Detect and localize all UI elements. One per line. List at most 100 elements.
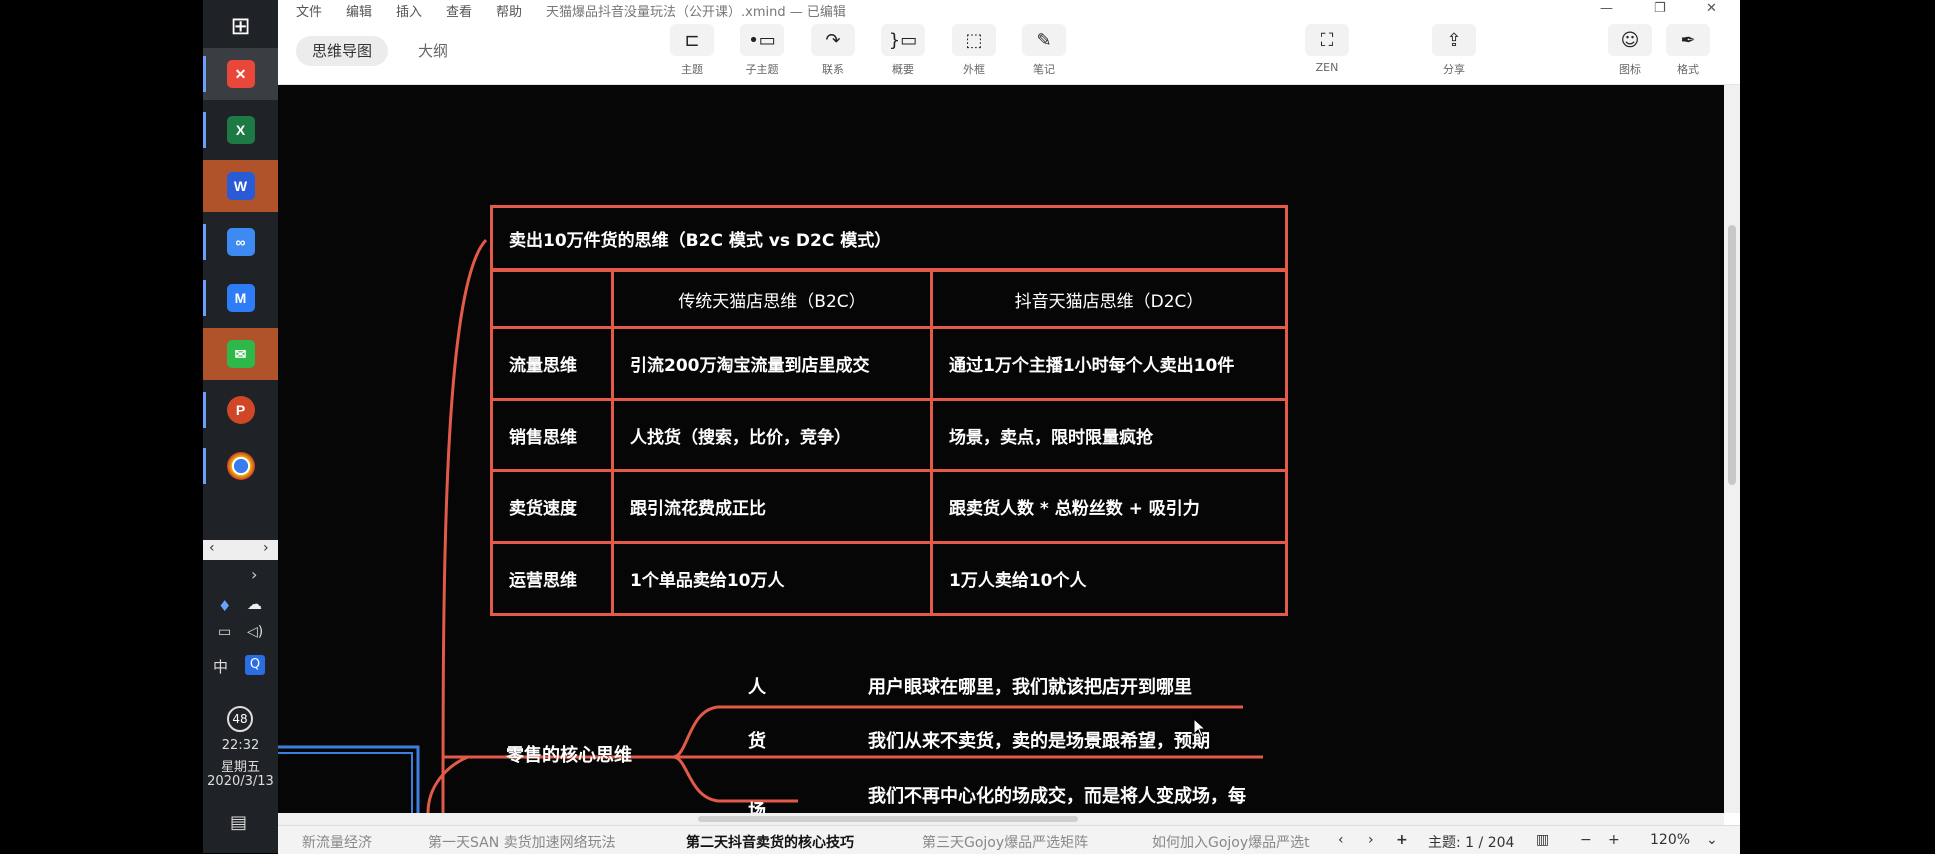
topic-people[interactable]: 人 [748, 673, 766, 699]
summary-button[interactable]: }▭ 概要 [875, 24, 931, 82]
search-tray-icon[interactable]: Q [245, 655, 265, 675]
clock-time[interactable]: 22:32 [203, 738, 278, 753]
tab-mind-map[interactable]: 思维导图 [296, 36, 389, 66]
menu-insert[interactable]: 插入 [396, 1, 422, 20]
notification-count-badge[interactable]: 48 [227, 706, 253, 732]
topic-button[interactable]: ⊏ 主题 [664, 24, 720, 82]
topic-icon: ⊏ [670, 24, 714, 56]
next-sheet-icon[interactable]: › [1368, 832, 1374, 848]
table-row-label[interactable]: 流量思维 [490, 326, 614, 401]
ime-indicator[interactable]: 中 [213, 656, 228, 677]
windows-start-icon: ⊞ [230, 12, 251, 40]
taskbar-baidu-netdisk[interactable]: ∞ [203, 216, 278, 268]
note-button[interactable]: ✎ 笔记 [1016, 24, 1072, 82]
table-row-label[interactable]: 卖货速度 [490, 469, 614, 544]
table-cell[interactable]: 1个单品卖给10万人 [611, 541, 933, 616]
clock-date[interactable]: 2020/3/13 [203, 774, 278, 789]
taskbar-wechat[interactable]: ✉ [203, 328, 278, 380]
taskbar-powerpoint[interactable]: P [203, 384, 278, 436]
zoom-in-icon[interactable]: + [1608, 832, 1620, 848]
table-cell[interactable]: 1万人卖给10个人 [930, 541, 1288, 616]
table-header-cell[interactable]: 传统天猫店思维（B2C） [611, 269, 933, 329]
format-panel-button[interactable]: ✒ 格式 [1660, 24, 1716, 82]
table-header-cell[interactable] [490, 269, 614, 329]
close-window-button[interactable]: ✕ [1706, 1, 1717, 16]
minimize-button[interactable]: — [1600, 1, 1613, 16]
zen-button[interactable]: ⛶ ZEN [1299, 24, 1355, 82]
menu-view[interactable]: 查看 [446, 1, 472, 20]
onedrive-icon[interactable]: ☁ [247, 595, 262, 613]
note-icon: ✎ [1022, 24, 1066, 56]
table-cell[interactable]: 人找货（搜索，比价，竞争） [611, 398, 933, 472]
word-app-icon: W [226, 172, 255, 200]
zoom-out-icon[interactable]: − [1580, 832, 1592, 848]
clock-weekday[interactable]: 星期五 [203, 756, 278, 775]
topic-count: 主题: 1 / 204 [1428, 835, 1515, 851]
sheet-tab[interactable]: 如何加入Gojoy爆品严选t [1152, 832, 1332, 852]
taskbar-excel[interactable]: X [203, 104, 278, 156]
bluetooth-icon[interactable]: ♦ [218, 597, 231, 615]
emoji-icon: ☺ [1608, 24, 1652, 56]
xmind-window: 文件 编辑 插入 查看 帮助 天猫爆品抖音没量玩法（公开课）.xmind — 已… [278, 0, 1740, 854]
horizontal-scrollbar[interactable] [278, 813, 1724, 825]
share-button[interactable]: ⇪ 分享 [1426, 24, 1482, 82]
table-cell[interactable]: 跟卖货人数 * 总粉丝数 + 吸引力 [930, 469, 1288, 544]
map-view-icon[interactable]: ▥ [1536, 832, 1549, 848]
menu-file[interactable]: 文件 [296, 1, 322, 20]
topic-retail-core-thinking[interactable]: 零售的核心思维 [506, 741, 632, 767]
zoom-level[interactable]: 120% [1650, 832, 1690, 848]
network-icon[interactable]: ▭ [218, 624, 231, 640]
vertical-scrollbar[interactable] [1724, 85, 1740, 813]
topic-goods-detail[interactable]: 我们从来不卖货，卖的是场景跟希望，预期 [868, 727, 1210, 753]
subtopic-button[interactable]: •▭ 子主题 [734, 24, 790, 82]
powerpoint-app-icon: P [226, 396, 255, 424]
icon-panel-button[interactable]: ☺ 图标 [1602, 24, 1658, 82]
taskbar-scroll-bar[interactable]: ‹ › [203, 540, 278, 560]
topic-scene[interactable]: 场 [748, 797, 766, 813]
taskbar-chrome[interactable] [203, 440, 278, 492]
table-row-label[interactable]: 销售思维 [490, 398, 614, 472]
boundary-button[interactable]: ⬚ 外框 [946, 24, 1002, 82]
table-cell[interactable]: 跟引流花费成正比 [611, 469, 933, 544]
menu-edit[interactable]: 编辑 [346, 1, 372, 20]
relationship-icon: ↷ [811, 24, 855, 56]
sheet-tab[interactable]: 新流量经济 [302, 832, 372, 852]
prev-sheet-icon[interactable]: ‹ [1338, 832, 1344, 848]
taskbar-xmind[interactable]: ✕ [203, 48, 278, 100]
share-icon: ⇪ [1432, 24, 1476, 56]
table-cell[interactable]: 通过1万个主播1小时每个人卖出10件 [930, 326, 1288, 401]
tray-expand-icon[interactable]: › [251, 565, 257, 584]
mind-map-canvas[interactable]: 卖出10万件货的思维（B2C 模式 vs D2C 模式） 传统天猫店思维（B2C… [278, 85, 1724, 813]
volume-icon[interactable]: ◁) [247, 624, 263, 640]
table-row-label[interactable]: 运营思维 [490, 541, 614, 616]
action-center-icon[interactable]: ▤ [230, 812, 247, 833]
topic-goods[interactable]: 货 [748, 727, 766, 753]
sheet-tab[interactable]: 第三天Gojoy爆品严选矩阵 [922, 832, 1088, 852]
summary-icon: }▭ [881, 24, 925, 56]
restore-button[interactable]: ❐ [1654, 1, 1666, 16]
sheet-tab-active[interactable]: 第二天抖音卖货的核心技巧 [686, 832, 854, 852]
table-cell[interactable]: 场景，卖点，限时限量疯抢 [930, 398, 1288, 472]
tab-outline[interactable]: 大纲 [402, 36, 464, 66]
table-cell[interactable]: 引流200万淘宝流量到店里成交 [611, 326, 933, 401]
wechat-app-icon: ✉ [226, 340, 255, 368]
scroll-left-icon[interactable]: ‹ [209, 540, 215, 556]
sheet-tab[interactable]: 第一天SAN 卖货加速网络玩法 [428, 832, 616, 852]
taskbar-feishu[interactable]: M [203, 272, 278, 324]
scroll-right-icon[interactable]: › [263, 540, 269, 556]
topic-people-detail[interactable]: 用户眼球在哪里，我们就该把店开到哪里 [868, 673, 1192, 699]
menu-help[interactable]: 帮助 [496, 1, 522, 20]
topic-scene-detail[interactable]: 我们不再中心化的场成交，而是将人变成场，每 [868, 782, 1246, 808]
table-header-cell[interactable]: 抖音天猫店思维（D2C） [930, 269, 1288, 329]
taskbar-word[interactable]: W [203, 160, 278, 212]
toolbar: 思维导图 大纲 ⊏ 主题 •▭ 子主题 ↷ 联系 }▭ 概要 ⬚ 外框 ✎ 笔记… [278, 20, 1740, 85]
relationship-button[interactable]: ↷ 联系 [805, 24, 861, 82]
add-sheet-icon[interactable]: + [1396, 832, 1408, 848]
boundary-icon: ⬚ [952, 24, 996, 56]
table-title-cell[interactable]: 卖出10万件货的思维（B2C 模式 vs D2C 模式） [490, 205, 1288, 271]
windows-start-button[interactable]: ⊞ [203, 0, 278, 52]
xmind-app-icon: ✕ [226, 60, 255, 88]
format-icon: ✒ [1666, 24, 1710, 56]
zoom-dropdown-icon[interactable]: ⌄ [1706, 832, 1718, 848]
feishu-app-icon: M [226, 284, 255, 312]
